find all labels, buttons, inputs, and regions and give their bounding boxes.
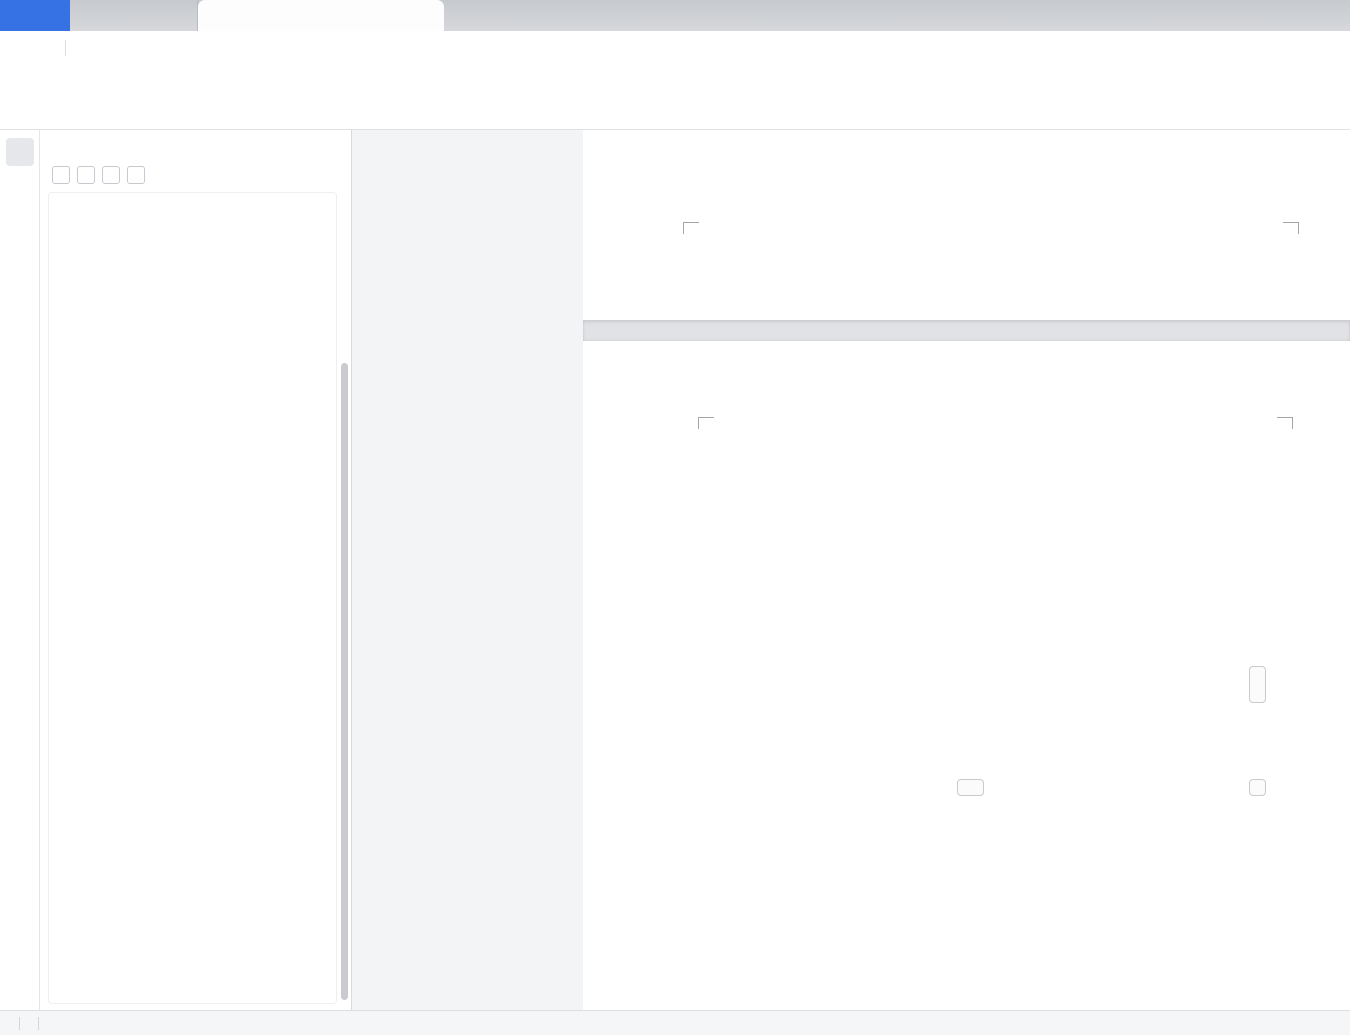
margin-corner-mark: [1277, 417, 1293, 429]
export-button[interactable]: [102, 36, 126, 60]
toc-scrollbar[interactable]: [341, 363, 348, 1000]
review-ribbon: [0, 64, 1350, 130]
rail-bookmark-button[interactable]: [6, 212, 34, 240]
checkbox-checked-icon: [48, 1016, 62, 1030]
expand-all-button[interactable]: [52, 166, 70, 184]
menu-bar: [0, 31, 1350, 64]
save-icon: [78, 39, 95, 56]
chevron-up-icon: [81, 170, 92, 181]
docer-logo-icon: [82, 8, 98, 24]
folder-check-icon: [10, 180, 29, 199]
smart-robot-icon: [320, 168, 334, 182]
tab-docer[interactable]: [70, 0, 198, 31]
rail-search-button[interactable]: [6, 249, 34, 277]
margin-corner-mark: [698, 417, 714, 429]
plus-icon: [106, 170, 117, 181]
command-search[interactable]: [334, 41, 353, 55]
redo-button[interactable]: [228, 36, 252, 60]
margin-corner-mark: [683, 222, 699, 234]
toc-toolbar: [40, 156, 351, 190]
undo-icon: [190, 39, 207, 56]
page-settings-button[interactable]: [635, 150, 667, 171]
print-button[interactable]: [130, 36, 154, 60]
chevron-down-icon: [70, 1019, 78, 1027]
redo-icon: [232, 39, 249, 56]
missing-font-icon: [122, 1016, 136, 1030]
divider: [65, 39, 66, 56]
search-icon: [334, 41, 348, 55]
table-resize-handle[interactable]: [1249, 779, 1266, 796]
status-bar: [0, 1010, 1350, 1035]
smart-toc-button[interactable]: [320, 168, 339, 182]
document-page-7[interactable]: [583, 130, 1350, 320]
chevron-down-icon: [214, 43, 223, 52]
new-tab-button[interactable]: [444, 0, 474, 31]
close-toc-icon[interactable]: [323, 142, 337, 156]
divider: [19, 1016, 20, 1030]
spellcheck-toggle[interactable]: [48, 1016, 78, 1030]
tab-bar: [0, 0, 1350, 31]
page-gap: [583, 320, 1350, 341]
tab-document[interactable]: [198, 0, 444, 31]
toc-panel: [40, 130, 352, 1010]
file-menu-button[interactable]: [14, 39, 57, 56]
document-page-8[interactable]: [583, 341, 1350, 1010]
bookmark-icon: [10, 217, 29, 236]
tab-home[interactable]: [0, 0, 70, 31]
window-mode-icon[interactable]: [396, 8, 411, 23]
minus-icon: [131, 170, 142, 181]
wps-writer-icon: [210, 8, 226, 24]
print-preview-button[interactable]: [158, 36, 182, 60]
rail-toc-button[interactable]: [5, 138, 34, 166]
chevron-down-icon: [56, 170, 67, 181]
collapse-level-button[interactable]: [127, 166, 145, 184]
missing-font-indicator[interactable]: [122, 1016, 140, 1030]
chevron-down-icon: [256, 43, 265, 52]
undo-button[interactable]: [186, 36, 210, 60]
plus-icon: [966, 783, 976, 793]
save-button[interactable]: [74, 36, 98, 60]
expand-level-button[interactable]: [102, 166, 120, 184]
proofread-toggle[interactable]: [87, 1016, 105, 1030]
plus-icon: [1253, 680, 1263, 690]
quick-access-toolbar: [74, 36, 266, 60]
close-tab-icon[interactable]: [417, 8, 432, 23]
add-row-button[interactable]: [957, 779, 984, 796]
customize-toolbar-caret[interactable]: [256, 36, 266, 60]
resize-icon: [1253, 783, 1263, 793]
print-icon: [134, 39, 151, 56]
collapse-all-button[interactable]: [77, 166, 95, 184]
divider: [38, 1016, 39, 1030]
toc-list: [48, 192, 337, 1004]
table-move-handle[interactable]: [675, 565, 692, 582]
document-canvas: [352, 130, 1350, 1010]
margin-corner-mark: [1283, 222, 1299, 234]
chevron-down-icon: [659, 156, 667, 164]
search-icon: [10, 254, 29, 273]
rail-check-button[interactable]: [6, 175, 34, 203]
wps-writer-window: [0, 0, 1350, 1035]
preview-icon: [162, 39, 179, 56]
add-column-button[interactable]: [1249, 666, 1266, 703]
sidebar-rail: [0, 130, 40, 1010]
toc-icon: [10, 143, 29, 162]
export-icon: [106, 39, 123, 56]
page-settings-icon: [635, 150, 655, 171]
checkbox-x-icon: [87, 1016, 101, 1030]
undo-history-caret[interactable]: [214, 36, 224, 60]
hamburger-icon: [24, 39, 41, 56]
